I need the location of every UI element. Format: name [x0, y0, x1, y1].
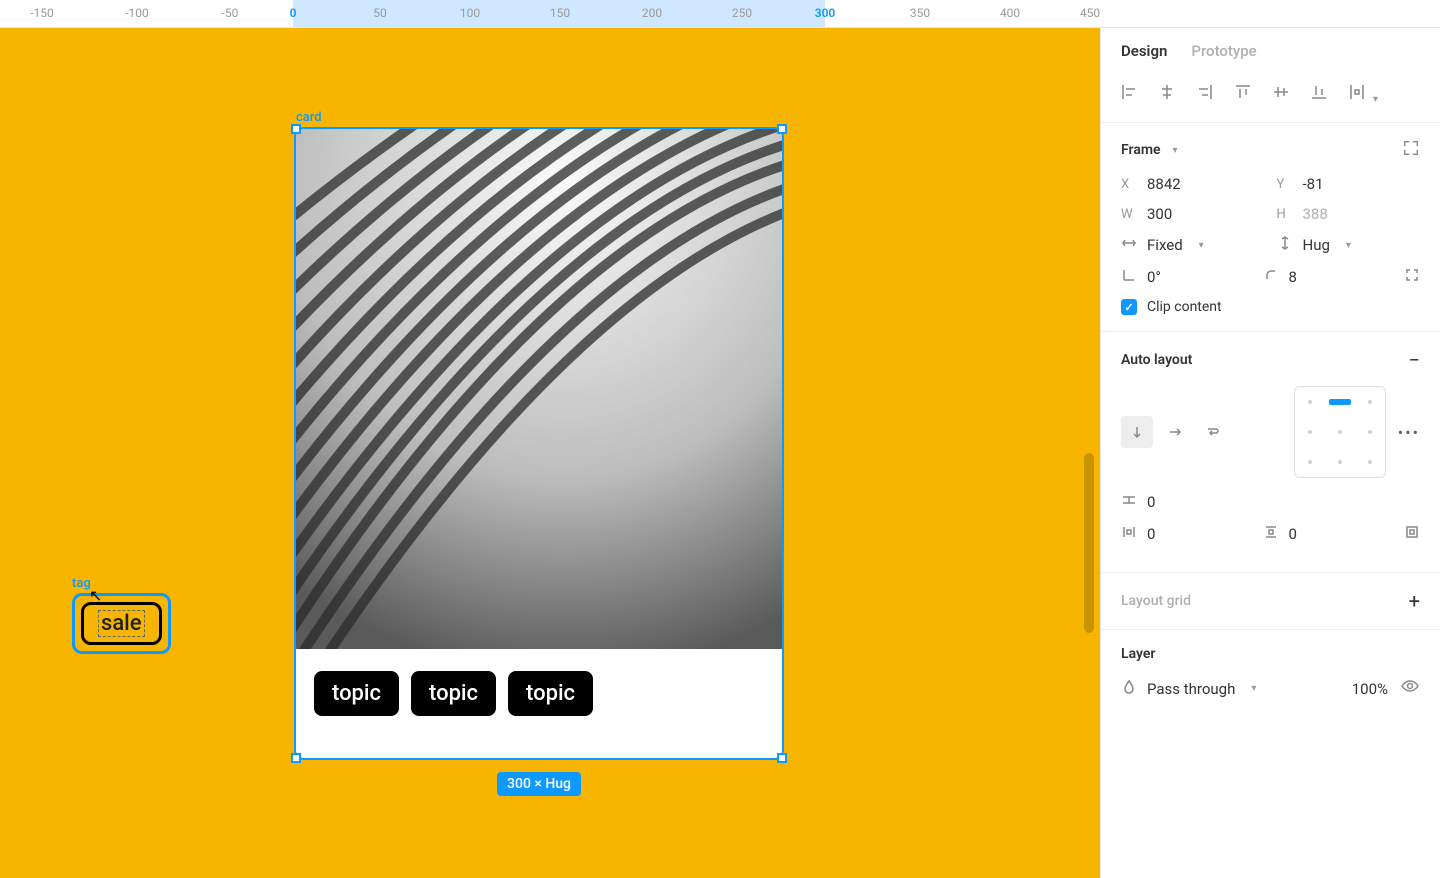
alignment-grid[interactable]	[1294, 386, 1386, 478]
blend-mode-field[interactable]: Pass through▾	[1121, 679, 1340, 699]
h-field[interactable]: H388	[1277, 205, 1421, 223]
card-image	[296, 129, 782, 649]
independent-corners-icon[interactable]	[1404, 267, 1420, 287]
angle-icon	[1121, 267, 1137, 287]
canvas[interactable]: card	[0, 28, 1100, 878]
ruler-tick: 450	[1080, 6, 1100, 20]
frame-label-card: card	[296, 110, 784, 125]
layer-title: Layer	[1121, 646, 1155, 662]
w-mode-field[interactable]: Fixed▾	[1121, 235, 1265, 255]
topic-tag[interactable]: topic	[411, 671, 496, 716]
topic-tag[interactable]: topic	[508, 671, 593, 716]
ruler-tick: -150	[30, 6, 54, 20]
fit-icon[interactable]	[1402, 139, 1420, 161]
ruler-tick: -50	[222, 6, 239, 20]
auto-layout-section: Auto layout − ••• 0	[1101, 332, 1440, 573]
alignment-tools: ▾	[1101, 74, 1440, 123]
gap-field[interactable]: 0	[1121, 492, 1420, 512]
clip-content-checkbox[interactable]: ✓ Clip content	[1121, 299, 1420, 315]
more-options-icon[interactable]: •••	[1398, 423, 1420, 442]
ruler-tick: -100	[125, 6, 149, 20]
size-badge: 300 × Hug	[497, 772, 581, 796]
y-field[interactable]: Y-81	[1277, 175, 1421, 193]
chevron-down-icon[interactable]: ▾	[1173, 145, 1178, 156]
opacity-field[interactable]: 100%	[1352, 680, 1388, 698]
rotation-field[interactable]: 0°	[1121, 267, 1251, 287]
remove-icon[interactable]: −	[1409, 348, 1420, 372]
direction-horizontal-button[interactable]	[1159, 416, 1191, 448]
visibility-icon[interactable]	[1400, 676, 1420, 701]
x-field[interactable]: X8842	[1121, 175, 1265, 193]
frame-section: Frame ▾ X8842 Y-81 W300 H388 Fixed▾	[1101, 123, 1440, 332]
corner-radius-icon	[1263, 267, 1279, 287]
card-selection[interactable]: topic topic topic 300 × Hug	[294, 127, 784, 760]
tag-selection[interactable]: ↖ sale	[72, 593, 171, 654]
ruler-tick: 300	[815, 6, 836, 20]
clip-content-label: Clip content	[1147, 299, 1222, 315]
card-body: topic topic topic	[296, 649, 782, 758]
resize-handle-br[interactable]	[777, 753, 787, 763]
frame-label-tag: tag	[72, 576, 171, 591]
align-right-icon[interactable]	[1195, 82, 1215, 106]
align-vcenter-icon[interactable]	[1271, 82, 1291, 106]
vertical-resize-icon	[1277, 235, 1293, 255]
resize-handle-tl[interactable]	[291, 124, 301, 134]
tab-prototype[interactable]: Prototype	[1191, 42, 1256, 60]
tag-text[interactable]: sale	[98, 610, 145, 637]
align-left-icon[interactable]	[1119, 82, 1139, 106]
padding-horizontal-icon	[1121, 524, 1137, 544]
padding-v-field[interactable]: 0	[1263, 524, 1393, 544]
align-bottom-icon[interactable]	[1309, 82, 1329, 106]
independent-padding-icon[interactable]	[1404, 524, 1420, 544]
align-hcenter-icon[interactable]	[1157, 82, 1177, 106]
direction-vertical-button[interactable]	[1121, 416, 1153, 448]
horizontal-ruler[interactable]: -150 -100 -50 0 50 100 150 200 250 300 350 400 450	[0, 0, 1440, 28]
resize-handle-bl[interactable]	[291, 753, 301, 763]
gap-icon	[1121, 492, 1137, 512]
topic-tag[interactable]: topic	[314, 671, 399, 716]
layout-grid-section: Layout grid +	[1101, 573, 1440, 630]
layer-section: Layer Pass through▾ 100%	[1101, 630, 1440, 729]
frame-section-title[interactable]: Frame	[1121, 142, 1161, 158]
ruler-tick: 250	[732, 6, 752, 20]
w-field[interactable]: W300	[1121, 205, 1265, 223]
distribute-icon[interactable]: ▾	[1347, 82, 1378, 106]
layout-grid-title: Layout grid	[1121, 593, 1191, 609]
padding-h-field[interactable]: 0	[1121, 524, 1251, 544]
direction-wrap-button[interactable]	[1197, 416, 1229, 448]
tag-frame[interactable]: tag ↖ sale	[72, 576, 171, 654]
align-top-icon[interactable]	[1233, 82, 1253, 106]
vertical-scrollbar[interactable]	[1084, 453, 1094, 633]
ruler-tick: 50	[373, 6, 387, 20]
add-icon[interactable]: +	[1409, 589, 1420, 613]
ruler-tick: 150	[550, 6, 570, 20]
ruler-tick: 200	[642, 6, 662, 20]
ruler-tick: 100	[460, 6, 480, 20]
ruler-tick: 0	[290, 6, 297, 20]
panel-tabs: Design Prototype	[1101, 28, 1440, 74]
tab-design[interactable]: Design	[1121, 42, 1167, 60]
padding-vertical-icon	[1263, 524, 1279, 544]
auto-layout-title: Auto layout	[1121, 352, 1192, 368]
horizontal-resize-icon	[1121, 235, 1137, 255]
h-mode-field[interactable]: Hug▾	[1277, 235, 1421, 255]
design-panel: Design Prototype ▾ Frame ▾ X8842 Y-	[1100, 28, 1440, 878]
cursor-icon: ↖	[89, 586, 102, 605]
checkbox-checked-icon: ✓	[1121, 299, 1137, 315]
resize-handle-tr[interactable]	[777, 124, 787, 134]
ruler-tick: 400	[1000, 6, 1020, 20]
radius-field[interactable]: 8	[1263, 267, 1393, 287]
card-frame[interactable]: card	[294, 110, 784, 760]
blend-icon	[1121, 679, 1137, 699]
ruler-tick: 350	[910, 6, 930, 20]
